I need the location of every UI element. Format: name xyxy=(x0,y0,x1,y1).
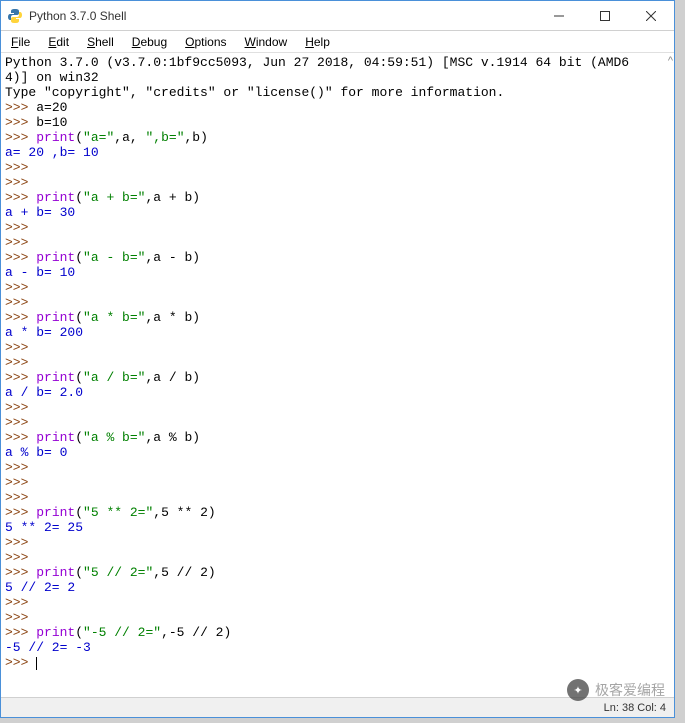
menu-edit[interactable]: Edit xyxy=(48,35,69,49)
console-area[interactable]: Python 3.7.0 (v3.7.0:1bf9cc5093, Jun 27 … xyxy=(1,53,674,697)
console-line: -5 // 2= -3 xyxy=(5,640,670,655)
console-line: >>> xyxy=(5,160,670,175)
console-line: a - b= 10 xyxy=(5,265,670,280)
console-line: a / b= 2.0 xyxy=(5,385,670,400)
console-line: >>> xyxy=(5,490,670,505)
text-cursor xyxy=(36,657,37,670)
console-line: >>> print("a=",a, ",b=",b) xyxy=(5,130,670,145)
console-line: >>> xyxy=(5,220,670,235)
console-line: >>> xyxy=(5,535,670,550)
console-line: a + b= 30 xyxy=(5,205,670,220)
console-line: >>> print("5 ** 2=",5 ** 2) xyxy=(5,505,670,520)
console-line: >>> print("a * b=",a * b) xyxy=(5,310,670,325)
console-line: >>> print("5 // 2=",5 // 2) xyxy=(5,565,670,580)
maximize-button[interactable] xyxy=(582,1,628,31)
console-line: >>> xyxy=(5,340,670,355)
console-line: >>> xyxy=(5,295,670,310)
console-line: >>> print("a % b=",a % b) xyxy=(5,430,670,445)
window-title: Python 3.7.0 Shell xyxy=(29,9,536,23)
console-line: >>> a=20 xyxy=(5,100,670,115)
console-line: >>> xyxy=(5,595,670,610)
watermark-text: 极客爱编程 xyxy=(595,680,665,700)
wechat-icon: ✦ xyxy=(567,679,589,701)
console-line: a= 20 ,b= 10 xyxy=(5,145,670,160)
console-line: 5 ** 2= 25 xyxy=(5,520,670,535)
menu-window[interactable]: Window xyxy=(245,35,288,49)
console-line: >>> xyxy=(5,415,670,430)
console-line: >>> b=10 xyxy=(5,115,670,130)
console-line: >>> xyxy=(5,475,670,490)
console-line: 5 // 2= 2 xyxy=(5,580,670,595)
console-line: a * b= 200 xyxy=(5,325,670,340)
window-controls xyxy=(536,1,674,31)
console-line: >>> xyxy=(5,610,670,625)
console-line: Python 3.7.0 (v3.7.0:1bf9cc5093, Jun 27 … xyxy=(5,55,670,70)
console-prompt-line[interactable]: >>> xyxy=(5,655,670,670)
console-line: >>> xyxy=(5,400,670,415)
console-line: >>> print("a + b=",a + b) xyxy=(5,190,670,205)
console-line: a % b= 0 xyxy=(5,445,670,460)
watermark: ✦ 极客爱编程 xyxy=(567,679,665,701)
minimize-button[interactable] xyxy=(536,1,582,31)
status-position: Ln: 38 Col: 4 xyxy=(604,702,666,714)
console-line: >>> xyxy=(5,280,670,295)
menu-file[interactable]: File xyxy=(11,35,30,49)
menu-debug[interactable]: Debug xyxy=(132,35,167,49)
scroll-up-icon[interactable]: ^ xyxy=(668,55,673,67)
console-line: >>> xyxy=(5,235,670,250)
titlebar[interactable]: Python 3.7.0 Shell xyxy=(1,1,674,31)
console-line: >>> print("a - b=",a - b) xyxy=(5,250,670,265)
close-button[interactable] xyxy=(628,1,674,31)
console-line: >>> xyxy=(5,355,670,370)
app-window: Python 3.7.0 Shell File Edit Shell Debug Opt… xyxy=(0,0,675,718)
console-line: Type "copyright", "credits" or "license(… xyxy=(5,85,670,100)
menu-shell[interactable]: Shell xyxy=(87,35,114,49)
menu-options[interactable]: Options xyxy=(185,35,226,49)
console-line: >>> print("-5 // 2=",-5 // 2) xyxy=(5,625,670,640)
console-line: >>> xyxy=(5,550,670,565)
menubar: File Edit Shell Debug Options Window Help xyxy=(1,31,674,53)
console-line: 4)] on win32 xyxy=(5,70,670,85)
python-icon xyxy=(7,8,23,24)
console-line: >>> xyxy=(5,460,670,475)
menu-help[interactable]: Help xyxy=(305,35,330,49)
console-line: >>> xyxy=(5,175,670,190)
console-line: >>> print("a / b=",a / b) xyxy=(5,370,670,385)
